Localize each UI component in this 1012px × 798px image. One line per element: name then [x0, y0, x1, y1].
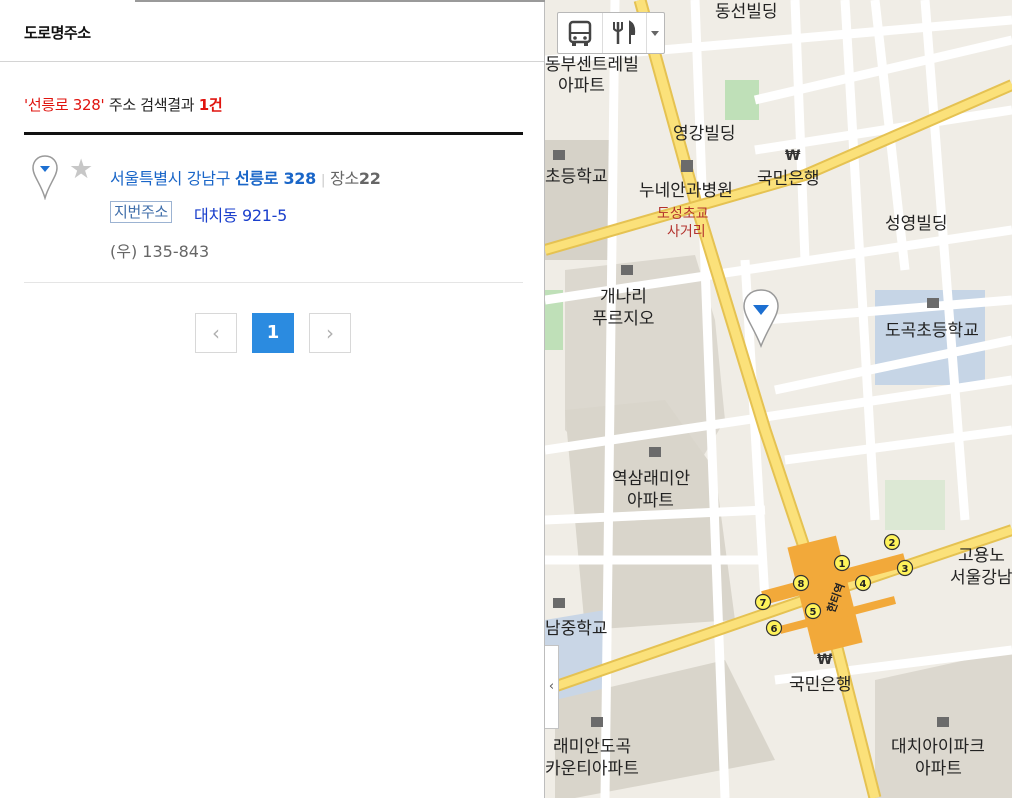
chevron-down-icon[interactable]: [646, 13, 664, 53]
label-nune: 누네안과병원: [639, 181, 733, 201]
label-raemian1: 역삼래미안: [612, 469, 691, 489]
label-elem1: 초등학교: [545, 167, 608, 187]
label-center2: 아파트: [558, 76, 605, 96]
search-summary: '선릉로 328' 주소 검색결과 1건: [24, 94, 223, 115]
summary-text: 주소 검색결과: [104, 96, 199, 114]
food-icon[interactable]: [602, 13, 647, 53]
prev-page-button[interactable]: ‹: [195, 313, 237, 353]
label-yeonggang: 영강빌딩: [673, 124, 736, 144]
road-address[interactable]: 서울특별시 강남구 선릉로 328 | 장소22: [110, 165, 381, 189]
label-gaenari1: 개나리: [600, 287, 647, 307]
search-panel: 도로명주소 '선릉로 328' 주소 검색결과 1건 ★ 서울특별시 강남구 선…: [0, 0, 545, 798]
label-county2: 카운티아파트: [545, 759, 639, 779]
label-dogok: 도곡초등학교: [885, 321, 979, 341]
jibun-badge: 지번주소: [110, 201, 173, 223]
page-1-button[interactable]: 1: [252, 313, 294, 353]
collapse-panel-button[interactable]: ‹: [545, 645, 559, 729]
subway-exit-label: 5: [810, 607, 817, 618]
bank-icon-2: ₩: [817, 652, 833, 668]
label-daechi1: 대치아이파크: [891, 737, 985, 757]
label-raemian2: 아파트: [627, 491, 674, 511]
label-middle: 남중학교: [545, 619, 608, 639]
divider: [24, 132, 523, 135]
subway-exit-label: 7: [760, 598, 767, 609]
map-toolbar: [557, 12, 665, 54]
address-city: 서울특별시 강남구: [110, 169, 235, 188]
park-area: [725, 80, 759, 120]
label-center: 동부센트레빌: [545, 55, 639, 75]
subway-exit-label: 2: [889, 538, 896, 549]
subway-exit-label: 4: [860, 579, 867, 590]
label-kb1: 국민은행: [757, 169, 820, 189]
result-item: ★ 서울특별시 강남구 선릉로 328 | 장소22 지번주소 대치동 921-5 …: [24, 150, 523, 283]
tab-bar: 도로명주소: [0, 0, 544, 62]
subway-exit-label: 1: [839, 559, 846, 570]
subway-exit-label: 3: [902, 564, 909, 575]
search-query: '선릉로 328': [24, 96, 105, 114]
jibun-address[interactable]: 대치동 921-5: [194, 202, 287, 226]
bank-icon: ₩: [785, 148, 801, 164]
label-daechi2: 아파트: [915, 759, 962, 779]
next-page-button[interactable]: ›: [309, 313, 351, 353]
label-doseong1: 도성초교: [657, 206, 709, 222]
subway-exit-label: 6: [771, 624, 778, 635]
label-doseong2: 사거리: [667, 224, 706, 240]
label-kb2: 국민은행: [789, 675, 852, 695]
subway-exit-label: 8: [798, 579, 805, 590]
favorite-star-icon[interactable]: ★: [69, 156, 93, 183]
label-goyong2: 서울강남: [950, 568, 1012, 588]
map-pin-icon[interactable]: [31, 154, 59, 200]
label-goyong1: 고용노: [958, 546, 1005, 566]
label-county1: 래미안도곡: [553, 737, 631, 757]
label-dongseon: 동선빌딩: [715, 2, 778, 22]
map-view[interactable]: 1 2 3 4 5 6 7 8 동선빌딩 동부센트레빌 아파트 영강빌딩 초등학교 누네안과병…: [545, 0, 1012, 798]
place-type[interactable]: 장소: [330, 169, 359, 188]
postal-code: (우) 135-843: [110, 242, 210, 261]
separator: |: [320, 173, 326, 188]
label-seongyeong: 성영빌딩: [885, 214, 948, 234]
label-gaenari2: 푸르지오: [592, 309, 655, 329]
bus-icon[interactable]: [558, 13, 603, 53]
tab-road-address[interactable]: 도로명주소: [24, 22, 91, 43]
address-road: 선릉로 328: [234, 169, 316, 188]
map-canvas: 1 2 3 4 5 6 7 8 동선빌딩 동부센트레빌 아파트 영강빌딩 초등학교 누네안과병…: [545, 0, 1012, 798]
result-count: 1건: [198, 96, 223, 114]
park-area-2: [885, 480, 945, 530]
place-count[interactable]: 22: [359, 169, 381, 188]
